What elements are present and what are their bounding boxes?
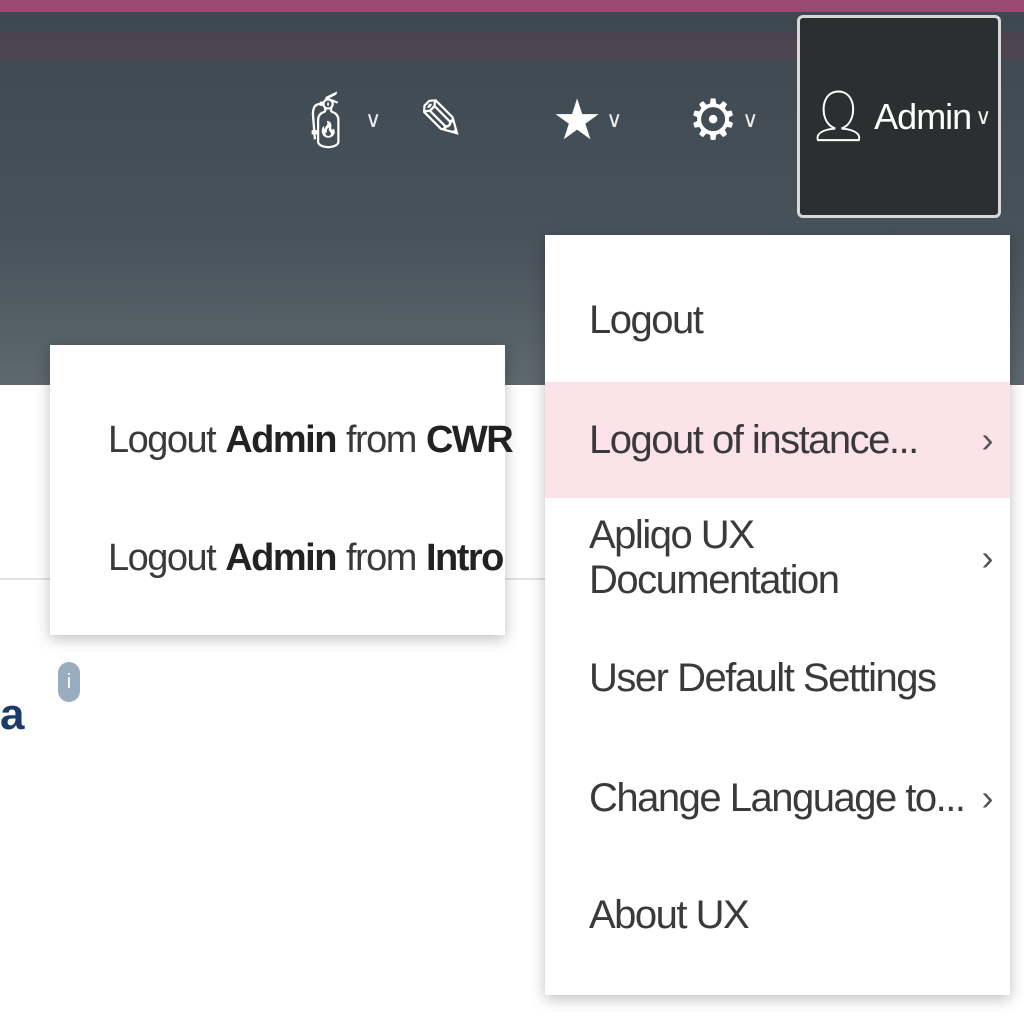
label-mid: from <box>345 418 418 461</box>
label-prefix: Logout <box>108 536 217 579</box>
logout-instance-submenu: Logout Admin from CWR Logout Admin from Intro <box>50 345 514 635</box>
label-mid: from <box>345 536 418 579</box>
label-user: Admin <box>225 418 337 461</box>
chevron-down-icon: ∨ <box>975 103 992 129</box>
submenu-item-logout-intro[interactable]: Logout Admin from Intro <box>50 500 505 616</box>
favorites-menu[interactable]: ★ ∨ <box>552 80 622 160</box>
fire-extinguisher-icon: 🧯︎ <box>290 88 362 151</box>
edit-icon: ✎ <box>418 88 465 151</box>
star-icon: ★ <box>552 88 603 151</box>
edit-button[interactable]: ✎ <box>418 80 465 160</box>
menu-item-label: Apliqo UX Documentation <box>589 513 840 602</box>
menu-item-label: Change Language to... <box>589 775 966 820</box>
user-menu-button[interactable]: 👤︎ Admin ∨ <box>797 15 1001 218</box>
menu-item-label: User Default Settings <box>589 655 937 700</box>
menu-item-documentation[interactable]: Apliqo UX Documentation › <box>545 500 1010 616</box>
menu-item-about[interactable]: About UX <box>545 857 1010 973</box>
chevron-down-icon: ∨ <box>365 107 382 132</box>
label-instance: Intro <box>425 536 504 579</box>
fire-extinguisher-menu[interactable]: 🧯︎ ∨ <box>290 80 381 160</box>
partial-link-text[interactable]: a <box>0 690 24 740</box>
menu-item-label: Logout of instance... <box>589 417 919 462</box>
menu-item-user-default-settings[interactable]: User Default Settings <box>545 620 1010 736</box>
menu-item-change-language[interactable]: Change Language to... › <box>545 740 1010 856</box>
settings-menu[interactable]: ⚙ ∨ <box>688 80 758 160</box>
top-accent-strip <box>0 0 1024 12</box>
gears-icon: ⚙ <box>688 88 739 151</box>
chevron-right-icon: › <box>981 419 994 460</box>
submenu-item-logout-cwr[interactable]: Logout Admin from CWR <box>50 382 514 498</box>
label-prefix: Logout <box>108 418 217 461</box>
chevron-right-icon: › <box>981 777 994 818</box>
user-name: Admin <box>874 95 972 137</box>
label-user: Admin <box>225 536 337 579</box>
menu-item-label: Logout <box>589 297 704 342</box>
user-icon: 👤︎ <box>806 88 871 144</box>
chevron-down-icon: ∨ <box>742 107 759 132</box>
user-dropdown-menu: Logout Logout of instance... › Apliqo UX … <box>545 235 1010 995</box>
info-icon[interactable]: i <box>58 662 80 702</box>
chevron-down-icon: ∨ <box>606 107 623 132</box>
menu-item-logout-of-instance[interactable]: Logout of instance... › <box>545 382 1010 498</box>
chevron-right-icon: › <box>981 537 994 578</box>
menu-item-logout[interactable]: Logout <box>545 262 1010 378</box>
menu-item-label: About UX <box>589 892 750 937</box>
label-instance: CWR <box>425 418 514 461</box>
